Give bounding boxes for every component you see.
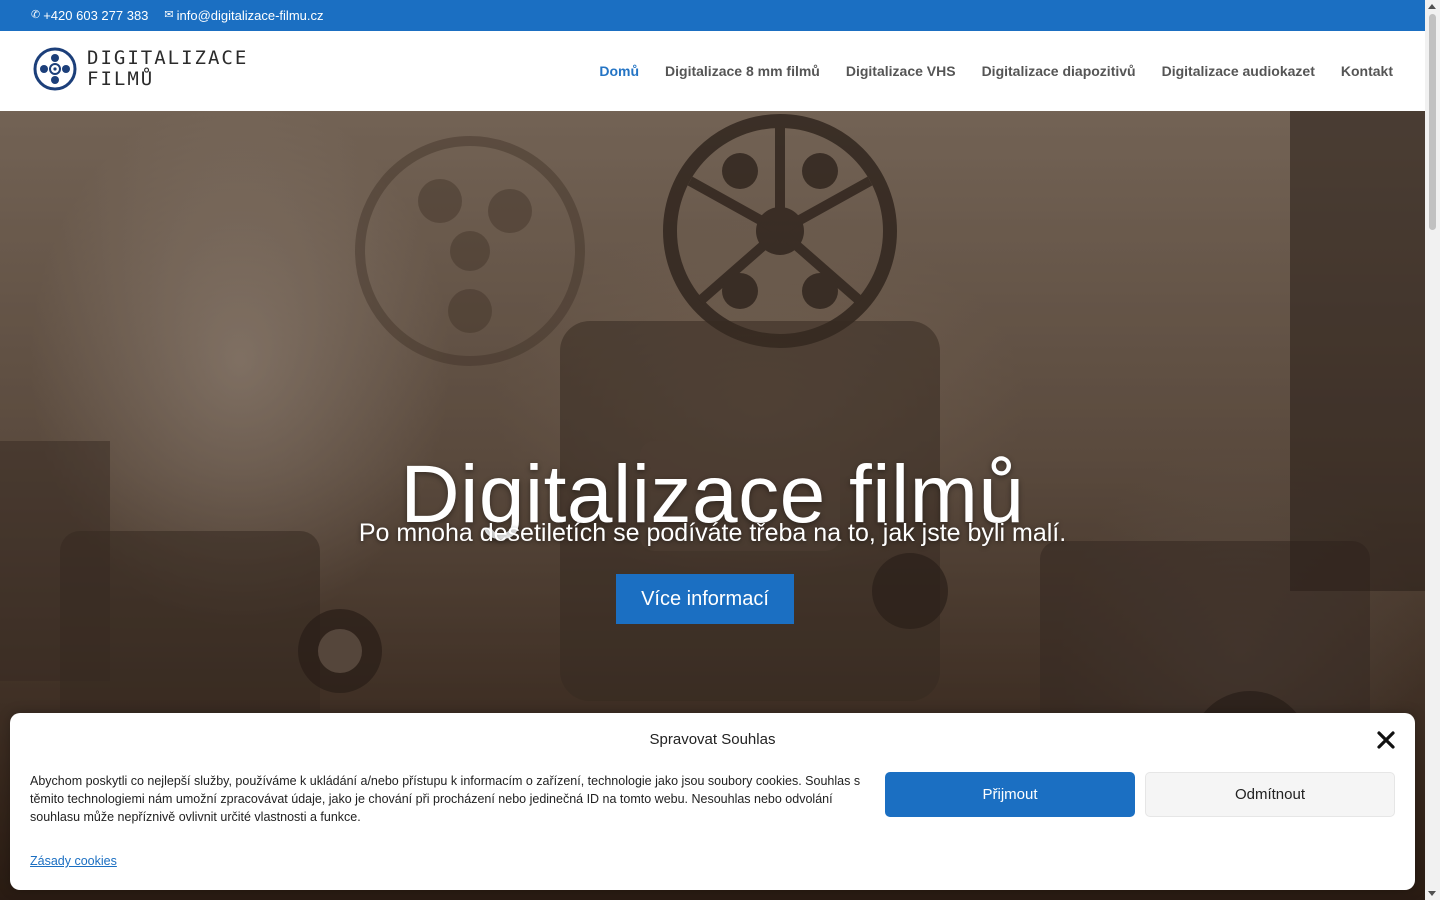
nav-item-home[interactable]: Domů <box>599 63 639 79</box>
cookie-policy-link[interactable]: Zásady cookies <box>30 854 117 868</box>
nav-item-vhs[interactable]: Digitalizace VHS <box>846 63 956 79</box>
cookie-consent-banner: Spravovat Souhlas Abychom poskytli co ne… <box>10 713 1415 890</box>
scroll-down-arrow-icon[interactable] <box>1428 891 1436 896</box>
scrollbar-thumb[interactable] <box>1429 14 1436 230</box>
deny-cookies-button[interactable]: Odmítnout <box>1145 772 1395 817</box>
cookie-banner-title: Spravovat Souhlas <box>649 731 776 748</box>
nav-item-audio[interactable]: Digitalizace audiokazet <box>1162 63 1315 79</box>
film-reel-logo-icon <box>33 47 77 91</box>
site-logo[interactable]: DIGITALIZACE FILMŮ <box>33 47 248 91</box>
email-address[interactable]: info@digitalizace-filmu.cz <box>177 8 324 23</box>
logo-line-1: DIGITALIZACE <box>87 47 249 69</box>
page-scrollbar[interactable] <box>1425 0 1440 900</box>
hero-subtitle: Po mnoha desetiletích se podíváte třeba … <box>358 519 1067 547</box>
accept-cookies-button[interactable]: Přijmout <box>885 772 1135 817</box>
logo-line-2: FILMŮ <box>87 68 155 90</box>
nav-item-8mm[interactable]: Digitalizace 8 mm filmů <box>665 63 820 79</box>
phone-contact[interactable]: ✆ +420 603 277 383 <box>31 8 148 23</box>
top-bar: ✆ +420 603 277 383 ✉ info@digitalizace-f… <box>0 0 1425 31</box>
logo-wordmark: DIGITALIZACE FILMŮ <box>87 48 248 90</box>
close-icon[interactable] <box>1375 729 1397 751</box>
phone-icon: ✆ <box>31 9 41 21</box>
site-header: DIGITALIZACE FILMŮ Domů Digitalizace 8 m… <box>0 31 1425 111</box>
phone-number[interactable]: +420 603 277 383 <box>43 8 148 23</box>
more-info-button[interactable]: Více informací <box>616 574 794 624</box>
main-nav: Domů Digitalizace 8 mm filmů Digitalizac… <box>573 31 1393 111</box>
envelope-icon: ✉ <box>164 9 174 21</box>
scroll-up-arrow-icon[interactable] <box>1428 4 1436 9</box>
nav-item-contact[interactable]: Kontakt <box>1341 63 1393 79</box>
cookie-banner-text: Abychom poskytli co nejlepší služby, pou… <box>30 774 861 824</box>
nav-item-slides[interactable]: Digitalizace diapozitivů <box>982 63 1136 79</box>
email-contact[interactable]: ✉ info@digitalizace-filmu.cz <box>164 8 323 23</box>
